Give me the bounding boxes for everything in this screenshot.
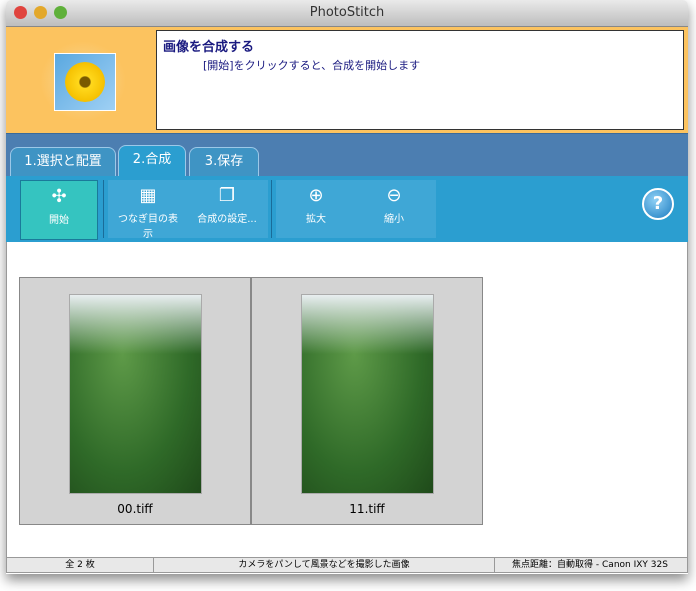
focal-length: 焦点距離：自動取得 - Canon IXY 32S: [512, 560, 668, 570]
zoom-in-button[interactable]: ⊕ 拡大: [284, 180, 348, 238]
zoom-out-button[interactable]: ⊖ 縮小: [362, 180, 426, 238]
toolbar: ✣ 開始 ▦ つなぎ目の表示 ❐ 合成の設定... ⊕ 拡大 ⊖ 縮小 ?: [6, 176, 688, 243]
zoom-in-icon: ⊕: [308, 185, 324, 206]
tab-stitch[interactable]: 2.合成: [118, 145, 186, 176]
zoom-in-label: 拡大: [306, 214, 326, 225]
image-thumbnail[interactable]: 11.tiff: [251, 277, 483, 525]
tab-select-arrange[interactable]: 1.選択と配置: [10, 147, 116, 176]
minimize-button[interactable]: [34, 6, 47, 19]
image-area: 00.tiff 11.tiff: [6, 242, 688, 557]
photo-preview: [69, 294, 202, 494]
image-count: 全 2 枚: [7, 558, 154, 572]
instruction-header: 画像を合成する [開始]をクリックすると、合成を開始します: [6, 27, 688, 133]
show-seams-label: つなぎ目の表示: [118, 214, 178, 240]
status-bar: 全 2 枚 カメラをパンして風景などを撮影した画像 焦点距離：自動取得 - Ca…: [6, 557, 688, 573]
tab-bar: 1.選択と配置 2.合成 3.保存: [6, 133, 688, 176]
window-title: PhotoStitch: [309, 5, 385, 20]
stitch-arrows-icon: ✣: [51, 186, 67, 207]
zoom-out-label: 縮小: [384, 214, 404, 225]
settings-label: 合成の設定...: [197, 214, 257, 225]
stitch-mode: カメラをパンして風景などを撮影した画像: [154, 558, 495, 572]
tab-save[interactable]: 3.保存: [189, 147, 259, 176]
image-filename: 11.tiff: [349, 502, 385, 516]
instruction-text: [開始]をクリックすると、合成を開始します: [203, 59, 421, 72]
app-logo: [40, 41, 126, 121]
seams-icon: ▦: [139, 185, 157, 206]
instruction-box: 画像を合成する [開始]をクリックすると、合成を開始します: [156, 30, 684, 130]
instruction-title: 画像を合成する: [163, 40, 255, 55]
image-thumbnail[interactable]: 00.tiff: [19, 277, 251, 525]
help-button[interactable]: ?: [642, 188, 674, 220]
photo-preview: [301, 294, 434, 494]
title-bar: PhotoStitch: [6, 0, 688, 27]
app-window: PhotoStitch 画像を合成する [開始]をクリックすると、合成を開始しま…: [6, 0, 688, 574]
stitch-settings-button[interactable]: ❐ 合成の設定...: [188, 180, 266, 238]
show-seams-button[interactable]: ▦ つなぎ目の表示: [114, 180, 182, 241]
image-filename: 00.tiff: [117, 502, 153, 516]
start-label: 開始: [49, 215, 69, 226]
start-button[interactable]: ✣ 開始: [20, 180, 98, 240]
zoom-out-icon: ⊖: [386, 185, 402, 206]
zoom-button[interactable]: [54, 6, 67, 19]
close-button[interactable]: [14, 6, 27, 19]
settings-icon: ❐: [218, 185, 236, 206]
